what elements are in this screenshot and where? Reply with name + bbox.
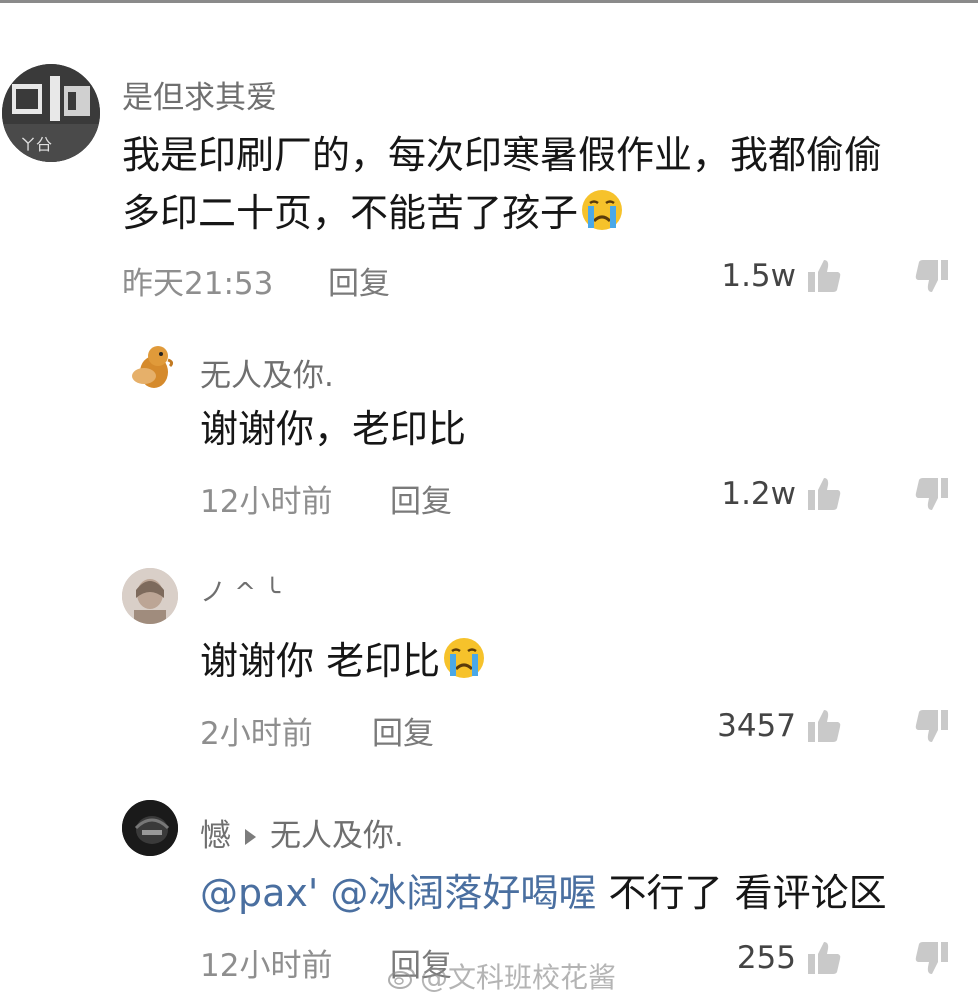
crying-face-icon	[582, 190, 623, 230]
comment-text-content: 不行了 看评论区	[596, 871, 887, 915]
thumbs-down-icon[interactable]	[912, 706, 952, 746]
comment-text-line2: 多印二十页，不能苦了孩子	[122, 191, 579, 235]
comment-text: 谢谢你 老印比	[200, 632, 486, 690]
weibo-logo-icon	[388, 968, 415, 989]
mention-link[interactable]: @pax' @冰阔落好喝喔	[200, 871, 596, 915]
comment-time: 2小时前	[200, 716, 313, 752]
username[interactable]: 无人及你.	[200, 350, 334, 395]
username[interactable]: ノ ^ ╰	[200, 572, 280, 609]
thumbs-up-icon[interactable]	[804, 256, 844, 296]
like-count: 3457	[717, 708, 796, 744]
avatar[interactable]	[124, 342, 176, 394]
reply-button[interactable]: 回复	[372, 708, 434, 753]
comment-time: 昨天21:53	[122, 266, 274, 302]
comment-time: 12小时前	[200, 484, 333, 520]
reply-button[interactable]: 回复	[328, 258, 390, 303]
comment-text: @pax' @冰阔落好喝喔 不行了 看评论区	[200, 864, 887, 922]
comment-time: 12小时前	[200, 948, 333, 984]
reply-arrow-icon	[245, 828, 256, 845]
reply-to-username[interactable]: 无人及你.	[270, 818, 404, 854]
avatar[interactable]	[122, 568, 178, 624]
like-count: 1.5w	[721, 258, 796, 294]
top-divider	[0, 0, 978, 3]
comment-text: 多印二十页，不能苦了孩子	[122, 184, 624, 242]
comment-text: 我是印刷厂的，每次印寒暑假作业，我都偷偷	[122, 126, 882, 184]
username[interactable]: 憾	[200, 818, 231, 854]
watermark: @文科班校花酱	[388, 956, 616, 996]
thumbs-up-icon[interactable]	[804, 474, 844, 514]
reply-header: 憾 无人及你.	[200, 810, 404, 855]
thumbs-down-icon[interactable]	[912, 256, 952, 296]
comment-text: 谢谢你，老印比	[200, 407, 467, 451]
reply-button[interactable]: 回复	[390, 476, 452, 521]
username[interactable]: 是但求其爱	[122, 72, 277, 117]
svg-text:ㄚ㕣: ㄚ㕣	[20, 135, 52, 154]
like-count: 255	[736, 940, 796, 976]
avatar[interactable]: ㄚ㕣	[2, 64, 100, 162]
thumbs-down-icon[interactable]	[912, 474, 952, 514]
comment-text-line1: 我是印刷厂的，每次印寒暑假作业，我都偷偷	[122, 133, 883, 177]
crying-face-icon	[444, 638, 485, 678]
avatar[interactable]	[122, 800, 178, 856]
thumbs-up-icon[interactable]	[804, 938, 844, 978]
watermark-text: @文科班校花酱	[420, 961, 617, 994]
like-count: 1.2w	[721, 476, 796, 512]
thumbs-down-icon[interactable]	[912, 938, 952, 978]
comment-text-content: 谢谢你 老印比	[200, 639, 441, 683]
thumbs-up-icon[interactable]	[804, 706, 844, 746]
